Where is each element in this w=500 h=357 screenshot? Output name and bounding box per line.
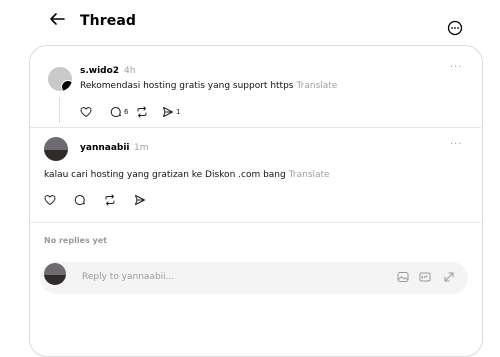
reply-time: 1m [134,143,149,153]
like-icon [44,195,56,206]
share-button[interactable]: 1 [162,106,180,118]
avatar[interactable] [48,67,72,91]
post-body: Rekomendasi hosting gratis yang support … [80,81,294,91]
share-icon [135,195,145,205]
back-arrow-icon[interactable] [48,10,66,28]
thread-header: Thread [0,0,500,44]
more-circle-icon[interactable] [447,20,463,36]
reply-username[interactable]: yannaabii [80,143,130,153]
reply-count: 6 [124,108,129,116]
avatar [44,263,66,285]
reply-body: kalau cari hosting yang gratizan ke Disk… [44,170,286,180]
gif-icon[interactable] [419,271,431,283]
no-replies-label: No replies yet [44,236,107,245]
follow-plus-icon[interactable] [61,80,72,91]
repost-icon [137,106,147,118]
repost-button[interactable] [136,106,148,118]
like-button[interactable] [44,194,56,206]
comment-button[interactable]: 6 [110,106,128,118]
reply-placeholder: Reply to yannaabii... [82,272,175,282]
comment-icon [110,107,121,118]
post-text: Rekomendasi hosting gratis yang support … [80,81,337,91]
divider [30,127,481,128]
thread-card [29,45,483,357]
share-icon [163,107,173,117]
post-username[interactable]: s.wido2 [80,66,119,76]
post-time: 4h [124,66,136,76]
divider [30,222,481,223]
reply-more-icon[interactable]: ··· [450,139,463,150]
repost-icon [105,194,115,206]
reply-text: kalau cari hosting yang gratizan ke Disk… [44,170,330,180]
translate-link[interactable]: Translate [296,81,337,91]
repost-button[interactable] [104,194,116,206]
translate-link[interactable]: Translate [289,170,330,180]
like-button[interactable] [80,106,92,118]
share-count: 1 [176,108,181,116]
comment-button[interactable] [74,194,86,206]
post-more-icon[interactable]: ··· [450,62,463,73]
page-title: Thread [80,13,136,29]
like-icon [80,107,92,118]
share-button[interactable] [134,194,146,206]
expand-icon[interactable] [443,271,455,283]
image-icon[interactable] [397,271,409,283]
thread-line [59,97,60,123]
avatar[interactable] [44,137,68,161]
comment-icon [74,195,85,206]
